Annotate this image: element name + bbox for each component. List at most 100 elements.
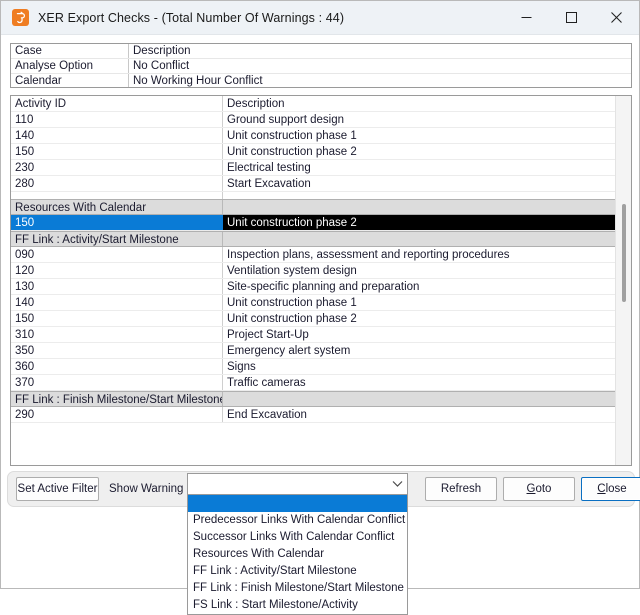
window-controls: [504, 1, 639, 34]
chevron-down-icon[interactable]: [388, 474, 407, 494]
window-content: Case Description Analyse Option No Confl…: [1, 35, 640, 615]
dropdown-option[interactable]: Predecessor Links With Calendar Conflict: [188, 512, 407, 529]
table-row[interactable]: 150 Unit construction phase 2: [11, 215, 615, 231]
warnings-list-rows: Activity ID Description 110 Ground support …: [11, 96, 615, 465]
row-description: Unit construction phase 1: [227, 297, 357, 309]
summary-description: No Conflict: [133, 60, 190, 72]
summary-case: Calendar: [11, 74, 129, 87]
row-activity-id: Resources With Calendar: [11, 200, 223, 214]
minimize-icon[interactable]: [504, 1, 549, 34]
row-description: Unit construction phase 2: [223, 215, 615, 230]
row-activity-id: 130: [11, 279, 223, 294]
table-row[interactable]: 310 Project Start-Up: [11, 327, 615, 343]
table-row[interactable]: 350 Emergency alert system: [11, 343, 615, 359]
summary-row: Analyse Option No Conflict: [11, 59, 631, 74]
row-activity-id: 360: [11, 359, 223, 374]
row-activity-id: FF Link : Activity/Start Milestone: [11, 232, 223, 246]
row-description: [223, 200, 615, 214]
summary-header-description: Description: [133, 45, 191, 57]
row-description: Unit construction phase 1: [227, 130, 357, 142]
scrollbar-thumb[interactable]: [622, 204, 626, 302]
table-row[interactable]: 290 End Excavation: [11, 407, 615, 423]
dropdown-option[interactable]: [188, 495, 407, 512]
row-description: [223, 192, 615, 199]
row-description: Project Start-Up: [227, 329, 309, 341]
row-activity-id: FF Link : Finish Milestone/Start Milesto…: [11, 392, 223, 406]
refresh-button[interactable]: Refresh: [425, 477, 497, 501]
row-description: Unit construction phase 2: [227, 146, 357, 158]
summary-header-case: Case: [11, 44, 129, 58]
close-button-label: Close: [597, 483, 627, 495]
row-activity-id: 150: [11, 215, 223, 230]
row-description: Traffic cameras: [227, 377, 306, 389]
summary-grid: Case Description Analyse Option No Confl…: [10, 43, 632, 88]
summary-case: Analyse Option: [11, 59, 129, 73]
row-activity-id: 120: [11, 263, 223, 278]
xer-export-checks-window: XER Export Checks - (Total Number Of War…: [0, 0, 640, 615]
row-activity-id: 110: [11, 112, 223, 127]
show-warning-dropdown[interactable]: Predecessor Links With Calendar Conflict…: [187, 494, 408, 615]
summary-description: No Working Hour Conflict: [133, 75, 263, 87]
table-row[interactable]: 150 Unit construction phase 2: [11, 311, 615, 327]
row-activity-id: 310: [11, 327, 223, 342]
summary-rows: Case Description Analyse Option No Confl…: [11, 44, 631, 87]
close-button[interactable]: Close: [581, 477, 640, 501]
list-header-row: Activity ID Description: [11, 96, 615, 112]
row-description: Electrical testing: [227, 162, 311, 174]
table-row[interactable]: 140 Unit construction phase 1: [11, 295, 615, 311]
row-activity-id: 090: [11, 247, 223, 262]
summary-row: Calendar No Working Hour Conflict: [11, 74, 631, 87]
window-title: XER Export Checks - (Total Number Of War…: [38, 10, 345, 25]
row-description: End Excavation: [227, 409, 307, 421]
list-spacer-row: [11, 192, 615, 199]
warnings-list-scrollbar[interactable]: [615, 96, 631, 465]
show-warning-combobox[interactable]: [187, 473, 408, 495]
table-row[interactable]: 230 Electrical testing: [11, 160, 615, 176]
show-warning-label: Show Warning :: [109, 483, 190, 495]
title-bar: XER Export Checks - (Total Number Of War…: [1, 1, 639, 35]
row-description: Ground support design: [227, 114, 344, 126]
dropdown-option[interactable]: FF Link : Activity/Start Milestone: [188, 563, 407, 580]
row-activity-id: [11, 192, 223, 199]
row-description: Site-specific planning and preparation: [227, 281, 420, 293]
row-description: Start Excavation: [227, 178, 311, 190]
warnings-list[interactable]: Activity ID Description 110 Ground support …: [10, 95, 632, 466]
row-activity-id: 370: [11, 375, 223, 390]
list-group-row[interactable]: FF Link : Activity/Start Milestone: [11, 231, 615, 247]
row-activity-id: 350: [11, 343, 223, 358]
row-description: Emergency alert system: [227, 345, 351, 357]
row-description: Unit construction phase 2: [227, 313, 357, 325]
list-group-row[interactable]: Resources With Calendar: [11, 199, 615, 215]
row-description: [223, 232, 615, 246]
table-row[interactable]: 110 Ground support design: [11, 112, 615, 128]
list-header-description: Description: [227, 98, 285, 110]
goto-button-label: Goto: [526, 483, 552, 495]
table-row[interactable]: 140 Unit construction phase 1: [11, 128, 615, 144]
row-activity-id: 150: [11, 311, 223, 326]
row-description: Signs: [227, 361, 256, 373]
maximize-icon[interactable]: [549, 1, 594, 34]
row-description: Ventilation system design: [227, 265, 357, 277]
table-row[interactable]: 120 Ventilation system design: [11, 263, 615, 279]
set-active-filter-button[interactable]: Set Active Filter: [16, 477, 99, 501]
summary-header-row: Case Description: [11, 44, 631, 59]
dropdown-option[interactable]: Resources With Calendar: [188, 546, 407, 563]
table-row[interactable]: 090 Inspection plans, assessment and repo…: [11, 247, 615, 263]
row-activity-id: 290: [11, 407, 223, 422]
row-activity-id: 140: [11, 295, 223, 310]
list-group-row[interactable]: FF Link : Finish Milestone/Start Milesto…: [11, 391, 615, 407]
app-icon: [12, 9, 29, 26]
table-row[interactable]: 360 Signs: [11, 359, 615, 375]
table-row[interactable]: 370 Traffic cameras: [11, 375, 615, 391]
table-row[interactable]: 280 Start Excavation: [11, 176, 615, 192]
list-header-id: Activity ID: [11, 96, 223, 111]
row-description: Inspection plans, assessment and reporti…: [227, 249, 510, 261]
goto-button[interactable]: Goto: [503, 477, 575, 501]
close-icon[interactable]: [594, 1, 639, 34]
table-row[interactable]: 130 Site-specific planning and preparatio…: [11, 279, 615, 295]
dropdown-option[interactable]: Successor Links With Calendar Conflict: [188, 529, 407, 546]
row-activity-id: 150: [11, 144, 223, 159]
row-description: [223, 392, 615, 406]
table-row[interactable]: 150 Unit construction phase 2: [11, 144, 615, 160]
dropdown-option[interactable]: FS Link : Start Milestone/Activity: [188, 597, 407, 614]
